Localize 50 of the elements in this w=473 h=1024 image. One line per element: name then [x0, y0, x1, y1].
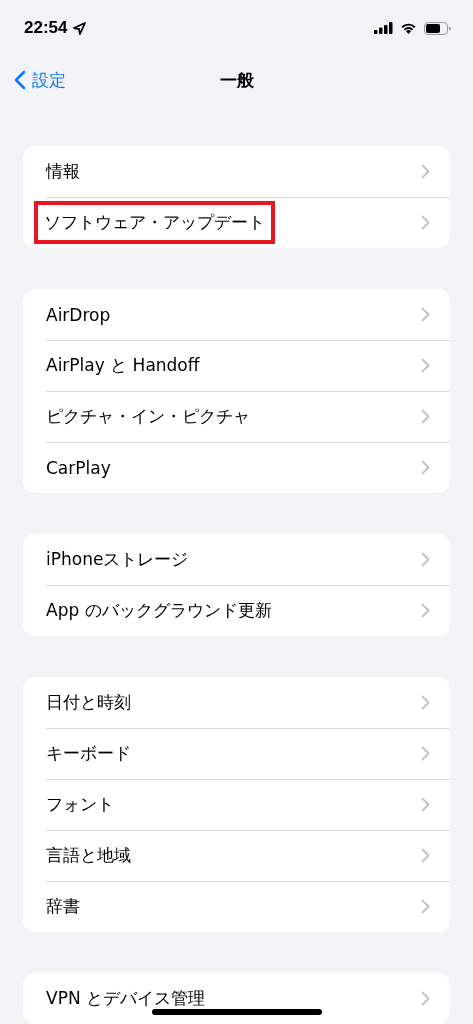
- row-label: 日付と時刻: [46, 691, 131, 714]
- row-label: 辞書: [46, 895, 80, 918]
- settings-row[interactable]: iPhoneストレージ: [23, 534, 450, 585]
- settings-row[interactable]: App のバックグラウンド更新: [23, 585, 450, 636]
- chevron-left-icon: [14, 70, 26, 90]
- row-label: AirDrop: [46, 304, 111, 325]
- settings-row[interactable]: ピクチャ・イン・ピクチャ: [23, 391, 450, 442]
- chevron-right-icon: [421, 848, 430, 863]
- settings-row[interactable]: AirDrop: [23, 289, 450, 340]
- settings-row[interactable]: CarPlay: [23, 442, 450, 493]
- row-label: CarPlay: [46, 457, 111, 478]
- chevron-right-icon: [421, 603, 430, 618]
- status-time: 22:54: [24, 18, 68, 38]
- chevron-right-icon: [421, 460, 430, 475]
- settings-row[interactable]: 情報: [23, 146, 450, 197]
- settings-row[interactable]: AirPlay と Handoff: [23, 340, 450, 391]
- settings-row[interactable]: ソフトウェア・アップデート: [23, 197, 450, 248]
- settings-row[interactable]: 言語と地域: [23, 830, 450, 881]
- row-label: 情報: [46, 160, 80, 183]
- signal-icon: [374, 22, 393, 34]
- wifi-icon: [400, 22, 417, 34]
- chevron-right-icon: [421, 215, 430, 230]
- chevron-right-icon: [421, 307, 430, 322]
- settings-row[interactable]: VPN とデバイス管理: [23, 973, 450, 1024]
- row-label: 言語と地域: [46, 844, 131, 867]
- row-label: VPN とデバイス管理: [46, 987, 205, 1010]
- row-label: ソフトウェア・アップデート: [34, 201, 275, 244]
- row-label: フォント: [46, 793, 114, 816]
- settings-row[interactable]: キーボード: [23, 728, 450, 779]
- chevron-right-icon: [421, 695, 430, 710]
- settings-row[interactable]: 日付と時刻: [23, 677, 450, 728]
- chevron-right-icon: [421, 991, 430, 1006]
- settings-row[interactable]: フォント: [23, 779, 450, 830]
- chevron-right-icon: [421, 409, 430, 424]
- row-label: App のバックグラウンド更新: [46, 599, 272, 622]
- row-label: キーボード: [46, 742, 131, 765]
- chevron-right-icon: [421, 746, 430, 761]
- chevron-right-icon: [421, 797, 430, 812]
- row-label: ピクチャ・イン・ピクチャ: [46, 405, 250, 428]
- settings-row[interactable]: 辞書: [23, 881, 450, 932]
- back-button[interactable]: 設定: [0, 68, 66, 92]
- chevron-right-icon: [421, 899, 430, 914]
- chevron-right-icon: [421, 164, 430, 179]
- chevron-right-icon: [421, 358, 430, 373]
- location-arrow-icon: [73, 21, 87, 35]
- battery-icon: [424, 21, 451, 35]
- chevron-right-icon: [421, 552, 430, 567]
- row-label: iPhoneストレージ: [46, 548, 189, 571]
- row-label: AirPlay と Handoff: [46, 354, 200, 377]
- nav-title: 一般: [219, 68, 254, 92]
